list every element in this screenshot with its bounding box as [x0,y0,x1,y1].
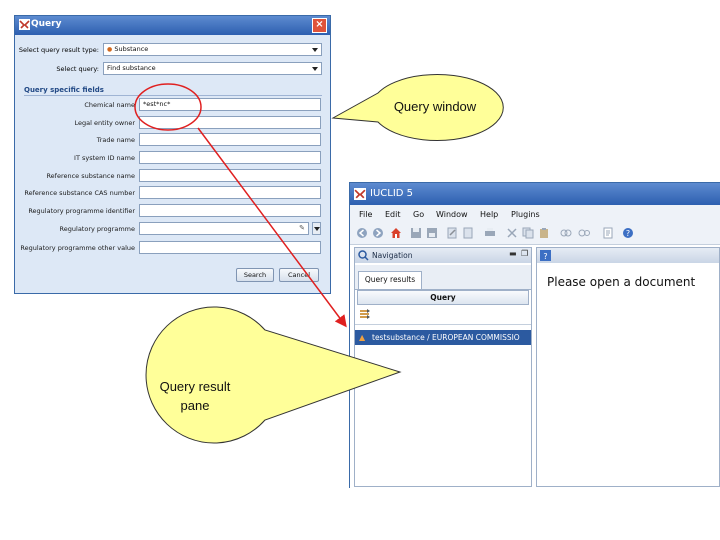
query-result-callout-shape [145,306,402,444]
highlight-circle [134,83,202,131]
query-result-callout-label-line1: Query result [159,379,231,394]
query-result-callout-label-line2: pane [180,398,210,413]
red-arrow [197,127,347,328]
query-window-callout-label: Query window [393,99,477,114]
annotation-overlay [134,74,504,444]
